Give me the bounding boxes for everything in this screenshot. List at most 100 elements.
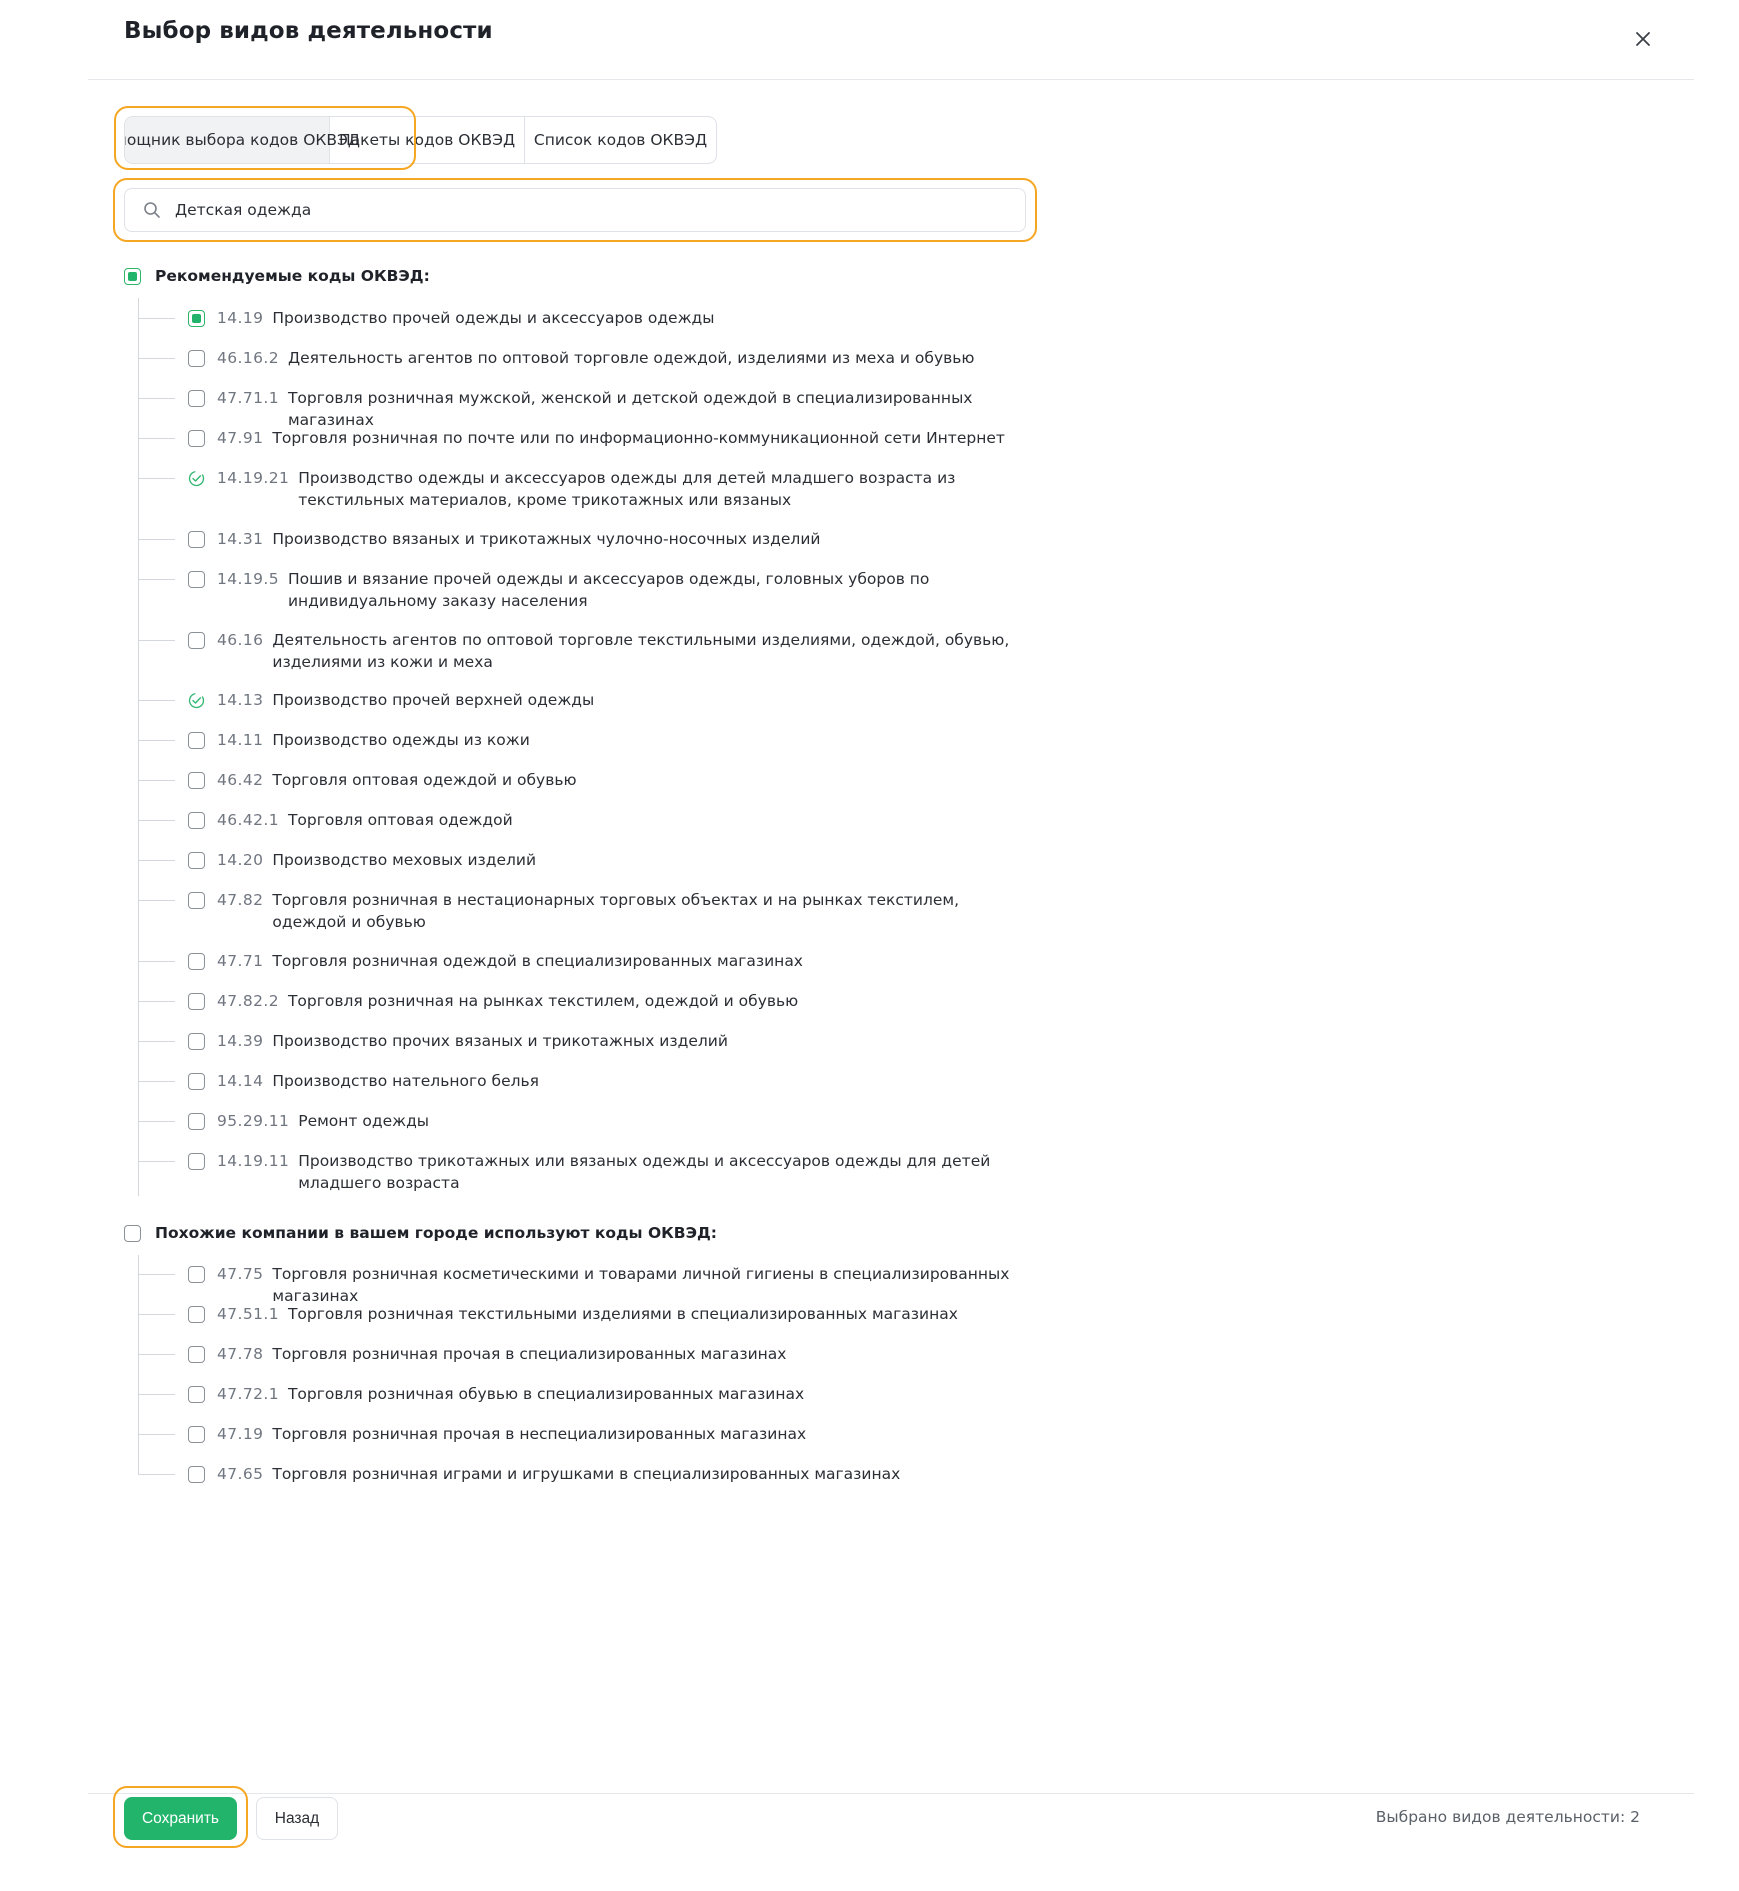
okved-item[interactable]: 47.71 Торговля розничная одеждой в специа… — [138, 950, 1012, 972]
okved-name: Торговля розничная играми и игрушками в … — [272, 1465, 901, 1483]
okved-item[interactable]: 47.65 Торговля розничная играми и игрушка… — [138, 1463, 1092, 1485]
okved-code: 14.11 — [217, 731, 264, 749]
item-checkbox[interactable] — [188, 390, 205, 407]
check-circle-icon[interactable] — [188, 470, 205, 487]
okved-item[interactable]: 47.72.1 Торговля розничная обувью в специ… — [138, 1383, 1108, 1405]
item-checkbox[interactable] — [188, 852, 205, 869]
okved-item[interactable]: 47.91 Торговля розничная по почте или по … — [138, 427, 1012, 449]
okved-code: 14.19.21 — [217, 469, 290, 487]
okved-item[interactable]: 14.14 Производство нательного белья — [138, 1070, 1012, 1092]
okved-name: Торговля оптовая одеждой — [287, 811, 513, 829]
item-checkbox[interactable] — [188, 1386, 205, 1403]
okved-name: Торговля розничная мужской, женской и де… — [287, 389, 973, 429]
okved-code: 14.20 — [217, 851, 264, 869]
back-button[interactable]: Назад — [256, 1797, 338, 1840]
okved-code: 47.78 — [217, 1345, 264, 1363]
dialog-title: Выбор видов деятельности — [124, 18, 493, 44]
item-checkbox[interactable] — [188, 772, 205, 789]
tab-bar: Помощник выбора кодов ОКВЭД Пакеты кодов… — [124, 116, 717, 164]
okved-item[interactable]: 46.42 Торговля оптовая одеждой и обувью — [138, 769, 1012, 791]
okved-name: Производство вязаных и трикотажных чулоч… — [272, 530, 821, 548]
close-button[interactable] — [1626, 22, 1660, 56]
item-checkbox[interactable] — [188, 571, 205, 588]
okved-item[interactable]: 14.13 Производство прочей верхней одежды — [138, 689, 1012, 711]
okved-code: 14.39 — [217, 1032, 264, 1050]
tab-okved-assistant[interactable]: Помощник выбора кодов ОКВЭД — [125, 117, 360, 163]
tree-branch — [138, 860, 175, 861]
tree-branch — [138, 900, 175, 901]
okved-item[interactable]: 46.16 Деятельность агентов по оптовой тор… — [138, 629, 1012, 673]
okved-item[interactable]: 14.19 Производство прочей одежды и аксесс… — [138, 307, 1012, 329]
okved-item[interactable]: 47.82.2 Торговля розничная на рынках текс… — [138, 990, 1028, 1012]
item-checkbox[interactable] — [188, 1266, 205, 1283]
item-checkbox[interactable] — [188, 892, 205, 909]
item-checkbox[interactable] — [188, 1113, 205, 1130]
okved-name: Торговля розничная текстильными изделиям… — [287, 1305, 958, 1323]
okved-item[interactable]: 47.71.1 Торговля розничная мужской, женск… — [138, 387, 1028, 431]
search-box[interactable] — [124, 188, 1026, 232]
group-similar[interactable]: Похожие компании в вашем городе использу… — [124, 1224, 717, 1242]
tree-branch — [138, 700, 175, 701]
item-checkbox[interactable] — [188, 430, 205, 447]
tree-branch — [138, 1121, 175, 1122]
group-recommended-label: Рекомендуемые коды ОКВЭД: — [155, 267, 430, 285]
okved-item[interactable]: 14.20 Производство меховых изделий — [138, 849, 1012, 871]
okved-item[interactable]: 47.82 Торговля розничная в нестационарных… — [138, 889, 1012, 933]
okved-name: Торговля розничная прочая в специализиро… — [272, 1345, 787, 1363]
header-divider — [88, 79, 1694, 80]
okved-code: 46.16 — [217, 631, 264, 649]
okved-item[interactable]: 47.75 Торговля розничная косметическими и… — [138, 1263, 1092, 1307]
item-checkbox[interactable] — [188, 953, 205, 970]
check-circle-icon[interactable] — [188, 692, 205, 709]
item-checkbox[interactable] — [188, 812, 205, 829]
okved-code: 14.19.11 — [217, 1152, 290, 1170]
item-checkbox[interactable] — [188, 632, 205, 649]
item-checkbox[interactable] — [188, 1073, 205, 1090]
okved-item[interactable]: 46.42.1 Торговля оптовая одеждой — [138, 809, 1028, 831]
okved-name: Торговля розничная по почте или по инфор… — [272, 429, 1005, 447]
item-checkbox[interactable] — [188, 1153, 205, 1170]
group-recommended-checkbox[interactable] — [124, 267, 141, 285]
okved-item[interactable]: 95.29.11 Ремонт одежды — [138, 1110, 1038, 1132]
close-icon — [1636, 32, 1650, 46]
item-checkbox[interactable] — [188, 1346, 205, 1363]
okved-item[interactable]: 14.11 Производство одежды из кожи — [138, 729, 1012, 751]
item-checkbox[interactable] — [188, 531, 205, 548]
okved-item[interactable]: 47.78 Торговля розничная прочая в специал… — [138, 1343, 1092, 1365]
item-checkbox[interactable] — [188, 1426, 205, 1443]
item-checkbox[interactable] — [188, 350, 205, 367]
item-checkbox[interactable] — [188, 1033, 205, 1050]
okved-name: Торговля розничная одеждой в специализир… — [272, 952, 803, 970]
tree-branch — [138, 1474, 175, 1475]
okved-item[interactable]: 14.19.5 Пошив и вязание прочей одежды и а… — [138, 568, 1028, 612]
group-recommended[interactable]: Рекомендуемые коды ОКВЭД: — [124, 267, 430, 285]
tab-okved-packages[interactable]: Пакеты кодов ОКВЭД — [330, 117, 525, 163]
tree-branch — [138, 820, 175, 821]
okved-name: Деятельность агентов по оптовой торговле… — [272, 631, 1010, 671]
okved-item[interactable]: 14.19.21 Производство одежды и аксессуаро… — [138, 467, 1038, 511]
tree-branch — [138, 579, 175, 580]
okved-code: 14.31 — [217, 530, 264, 548]
okved-item[interactable]: 47.51.1 Торговля розничная текстильными и… — [138, 1303, 1108, 1325]
item-checkbox[interactable] — [188, 993, 205, 1010]
tree-branch — [138, 1274, 175, 1275]
item-checkbox[interactable] — [188, 1306, 205, 1323]
save-button[interactable]: Сохранить — [124, 1797, 237, 1840]
okved-item[interactable]: 47.19 Торговля розничная прочая в неспеци… — [138, 1423, 1092, 1445]
item-checkbox[interactable] — [188, 1466, 205, 1483]
tab-okved-list[interactable]: Список кодов ОКВЭД — [525, 117, 716, 163]
okved-name: Производство одежды и аксессуаров одежды… — [298, 469, 956, 509]
okved-code: 47.71.1 — [217, 389, 279, 407]
group-similar-checkbox[interactable] — [124, 1224, 141, 1242]
footer-divider — [88, 1793, 1694, 1794]
okved-item[interactable]: 46.16.2 Деятельность агентов по оптовой т… — [138, 347, 1028, 369]
okved-item[interactable]: 14.39 Производство прочих вязаных и трико… — [138, 1030, 1012, 1052]
okved-code: 47.19 — [217, 1425, 264, 1443]
search-input[interactable] — [173, 200, 1025, 220]
item-checkbox-checked[interactable] — [188, 310, 205, 327]
okved-item[interactable]: 14.31 Производство вязаных и трикотажных … — [138, 528, 1012, 550]
item-checkbox[interactable] — [188, 732, 205, 749]
tree-branch — [138, 1081, 175, 1082]
tree-branch — [138, 1161, 175, 1162]
okved-item[interactable]: 14.19.11 Производство трикотажных или вяз… — [138, 1150, 1038, 1194]
